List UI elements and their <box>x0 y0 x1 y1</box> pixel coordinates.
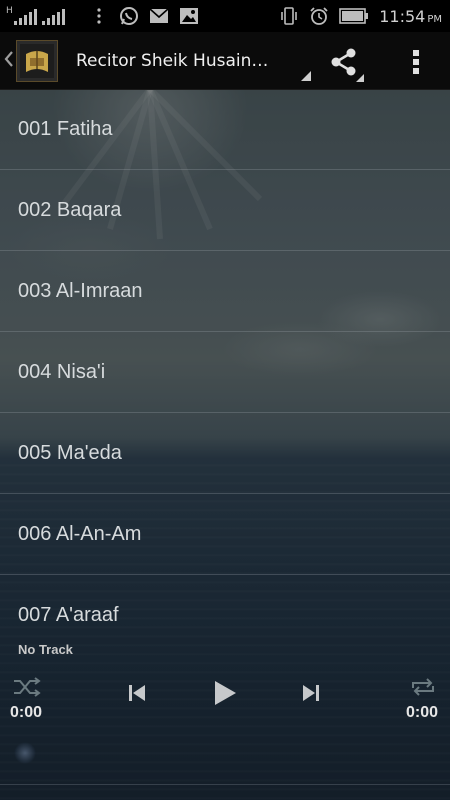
overflow-menu-button[interactable] <box>396 40 436 84</box>
previous-button[interactable] <box>126 681 148 705</box>
skip-previous-icon <box>129 685 145 701</box>
signal-bars-icon <box>13 7 37 25</box>
track-item[interactable]: 003 Al-Imraan <box>0 251 450 332</box>
vibrate-icon <box>279 6 299 26</box>
track-list[interactable]: 001 Fatiha 002 Baqara 003 Al-Imraan 004 … <box>0 89 450 637</box>
overflow-menu-icon <box>413 50 419 74</box>
signal-bars-2-icon <box>41 7 65 25</box>
current-time: 0:00 <box>10 704 43 721</box>
title-spinner[interactable]: Recitor Sheik Husain… <box>76 32 311 89</box>
back-chevron-icon[interactable] <box>4 50 16 71</box>
clock-ampm: PM <box>427 13 442 25</box>
track-item[interactable]: 002 Baqara <box>0 170 450 251</box>
next-button[interactable] <box>300 681 322 705</box>
status-bar: H 11:54 PM <box>0 0 450 32</box>
action-bar: Recitor Sheik Husain… <box>0 32 450 90</box>
play-button[interactable] <box>210 678 240 708</box>
track-item[interactable]: 001 Fatiha <box>0 89 450 170</box>
play-icon <box>215 681 236 705</box>
now-playing-label: No Track <box>18 642 73 657</box>
skip-next-icon <box>303 685 319 701</box>
track-item[interactable]: 006 Al-An-Am <box>0 494 450 575</box>
track-item[interactable]: 007 A'araaf <box>0 575 450 637</box>
dropdown-indicator-icon <box>301 71 311 81</box>
repeat-button[interactable] <box>408 676 438 698</box>
whatsapp-icon <box>119 6 139 26</box>
seek-bar-thumb[interactable] <box>14 742 36 764</box>
share-button[interactable] <box>322 40 366 84</box>
mail-icon <box>149 6 169 26</box>
signal-indicator: H <box>6 7 65 25</box>
clock-time: 11:54 <box>379 6 426 26</box>
track-label: 001 Fatiha <box>18 117 113 140</box>
track-item[interactable]: 004 Nisa'i <box>0 332 450 413</box>
track-label: 003 Al-Imraan <box>18 279 143 302</box>
quran-app-icon[interactable] <box>16 39 58 82</box>
gallery-icon <box>179 6 199 26</box>
track-label: 005 Ma'eda <box>18 441 122 464</box>
repeat-icon <box>412 678 434 696</box>
app-title: Recitor Sheik Husain… <box>76 50 269 71</box>
seek-bar-track[interactable] <box>0 784 450 785</box>
total-time: 0:00 <box>406 704 439 721</box>
share-icon <box>331 48 356 76</box>
more-notifications-icon <box>89 6 109 26</box>
track-label: 002 Baqara <box>18 198 122 221</box>
network-type-label: H <box>6 6 13 16</box>
shuffle-icon <box>14 677 41 697</box>
track-item[interactable]: 005 Ma'eda <box>0 413 450 494</box>
track-label: 006 Al-An-Am <box>18 522 142 545</box>
track-label: 004 Nisa'i <box>18 360 106 383</box>
alarm-icon <box>309 6 329 26</box>
battery-icon <box>339 6 369 26</box>
track-label: 007 A'araaf <box>18 603 119 626</box>
app-screen: H 11:54 PM Recitor Sheik Husain… 001 Fat… <box>0 0 450 800</box>
shuffle-button[interactable] <box>12 676 42 698</box>
share-dropdown-indicator-icon <box>356 74 364 82</box>
clock: 11:54 PM <box>379 7 442 26</box>
